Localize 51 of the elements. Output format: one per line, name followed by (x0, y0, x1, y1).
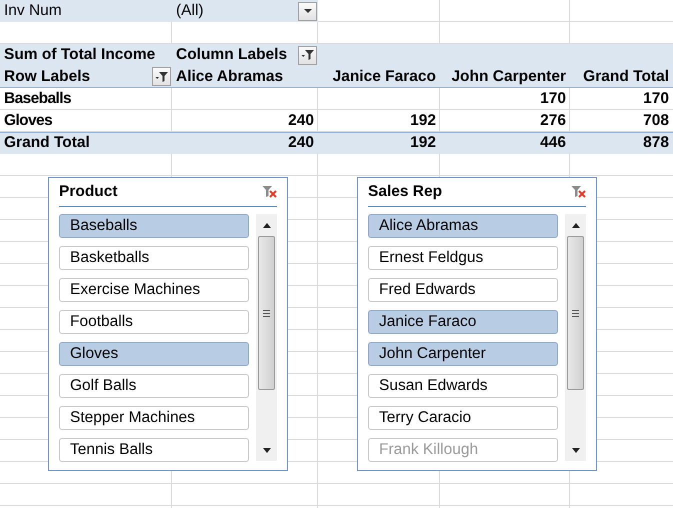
row-label: Gloves (3, 111, 54, 131)
scrollbar[interactable] (256, 214, 277, 461)
slicer-item[interactable]: Baseballs (59, 214, 249, 238)
slicer-title: Sales Rep (368, 183, 442, 201)
clear-filter-icon[interactable] (262, 185, 277, 199)
table-cell-text: 240 (287, 111, 315, 131)
slicer-item[interactable]: Terry Caracio (368, 406, 558, 430)
slicer-item[interactable]: Tennis Balls (59, 438, 249, 462)
dropdown-button[interactable] (298, 2, 317, 20)
filter-value: (All) (176, 1, 204, 21)
table-cell-text: 708 (642, 111, 670, 131)
caret-icon (304, 8, 312, 14)
filter-button[interactable] (152, 67, 171, 86)
slicer-item[interactable]: John Carpenter (368, 342, 558, 366)
slicer-item[interactable]: Footballs (59, 310, 249, 334)
column-header: Janice Faraco (318, 66, 440, 88)
slicer-item[interactable]: Gloves (59, 342, 249, 366)
table-cell-text: 170 (539, 89, 567, 109)
column-labels-header: Column Labels (176, 45, 288, 65)
scrollbar[interactable] (565, 214, 586, 461)
slicer-item[interactable]: Susan Edwards (368, 374, 558, 398)
slicer-item[interactable]: Exercise Machines (59, 278, 249, 302)
row-label: Baseballs (3, 89, 72, 109)
grand-total-cell: 192 (318, 132, 440, 154)
table-cell-text: 170 (642, 89, 670, 109)
funnel-icon (154, 70, 168, 82)
funnel-icon (262, 185, 277, 199)
slicer-item[interactable]: Ernest Feldgus (368, 246, 558, 270)
slicer-item[interactable]: Basketballs (59, 246, 249, 270)
clear-filter-icon[interactable] (571, 185, 586, 199)
slicer-item[interactable]: Janice Faraco (368, 310, 558, 334)
table-cell-text: 192 (409, 111, 437, 131)
filter-button[interactable] (298, 46, 317, 64)
grand-total-cell: 240 (172, 132, 318, 154)
slicer-item[interactable]: Stepper Machines (59, 406, 249, 430)
funnel-icon (300, 49, 314, 61)
slicer-item[interactable]: Alice Abramas (368, 214, 558, 238)
grand-total-label: Grand Total (0, 132, 172, 154)
grand-total-cell: 446 (440, 132, 570, 154)
column-header: John Carpenter (440, 66, 570, 88)
slicer-item[interactable]: Fred Edwards (368, 278, 558, 302)
filter-label: Inv Num (0, 0, 172, 22)
column-header: Grand Total (570, 66, 673, 88)
row-labels-header: Row Labels (4, 66, 90, 86)
value-label: Sum of Total Income (0, 44, 172, 66)
grand-total-cell: 878 (570, 132, 673, 154)
funnel-icon (571, 185, 586, 199)
slicer-title: Product (59, 183, 118, 201)
slicer-item[interactable]: Golf Balls (59, 374, 249, 398)
table-cell-text: 276 (539, 111, 567, 131)
column-header: Alice Abramas (172, 66, 318, 88)
